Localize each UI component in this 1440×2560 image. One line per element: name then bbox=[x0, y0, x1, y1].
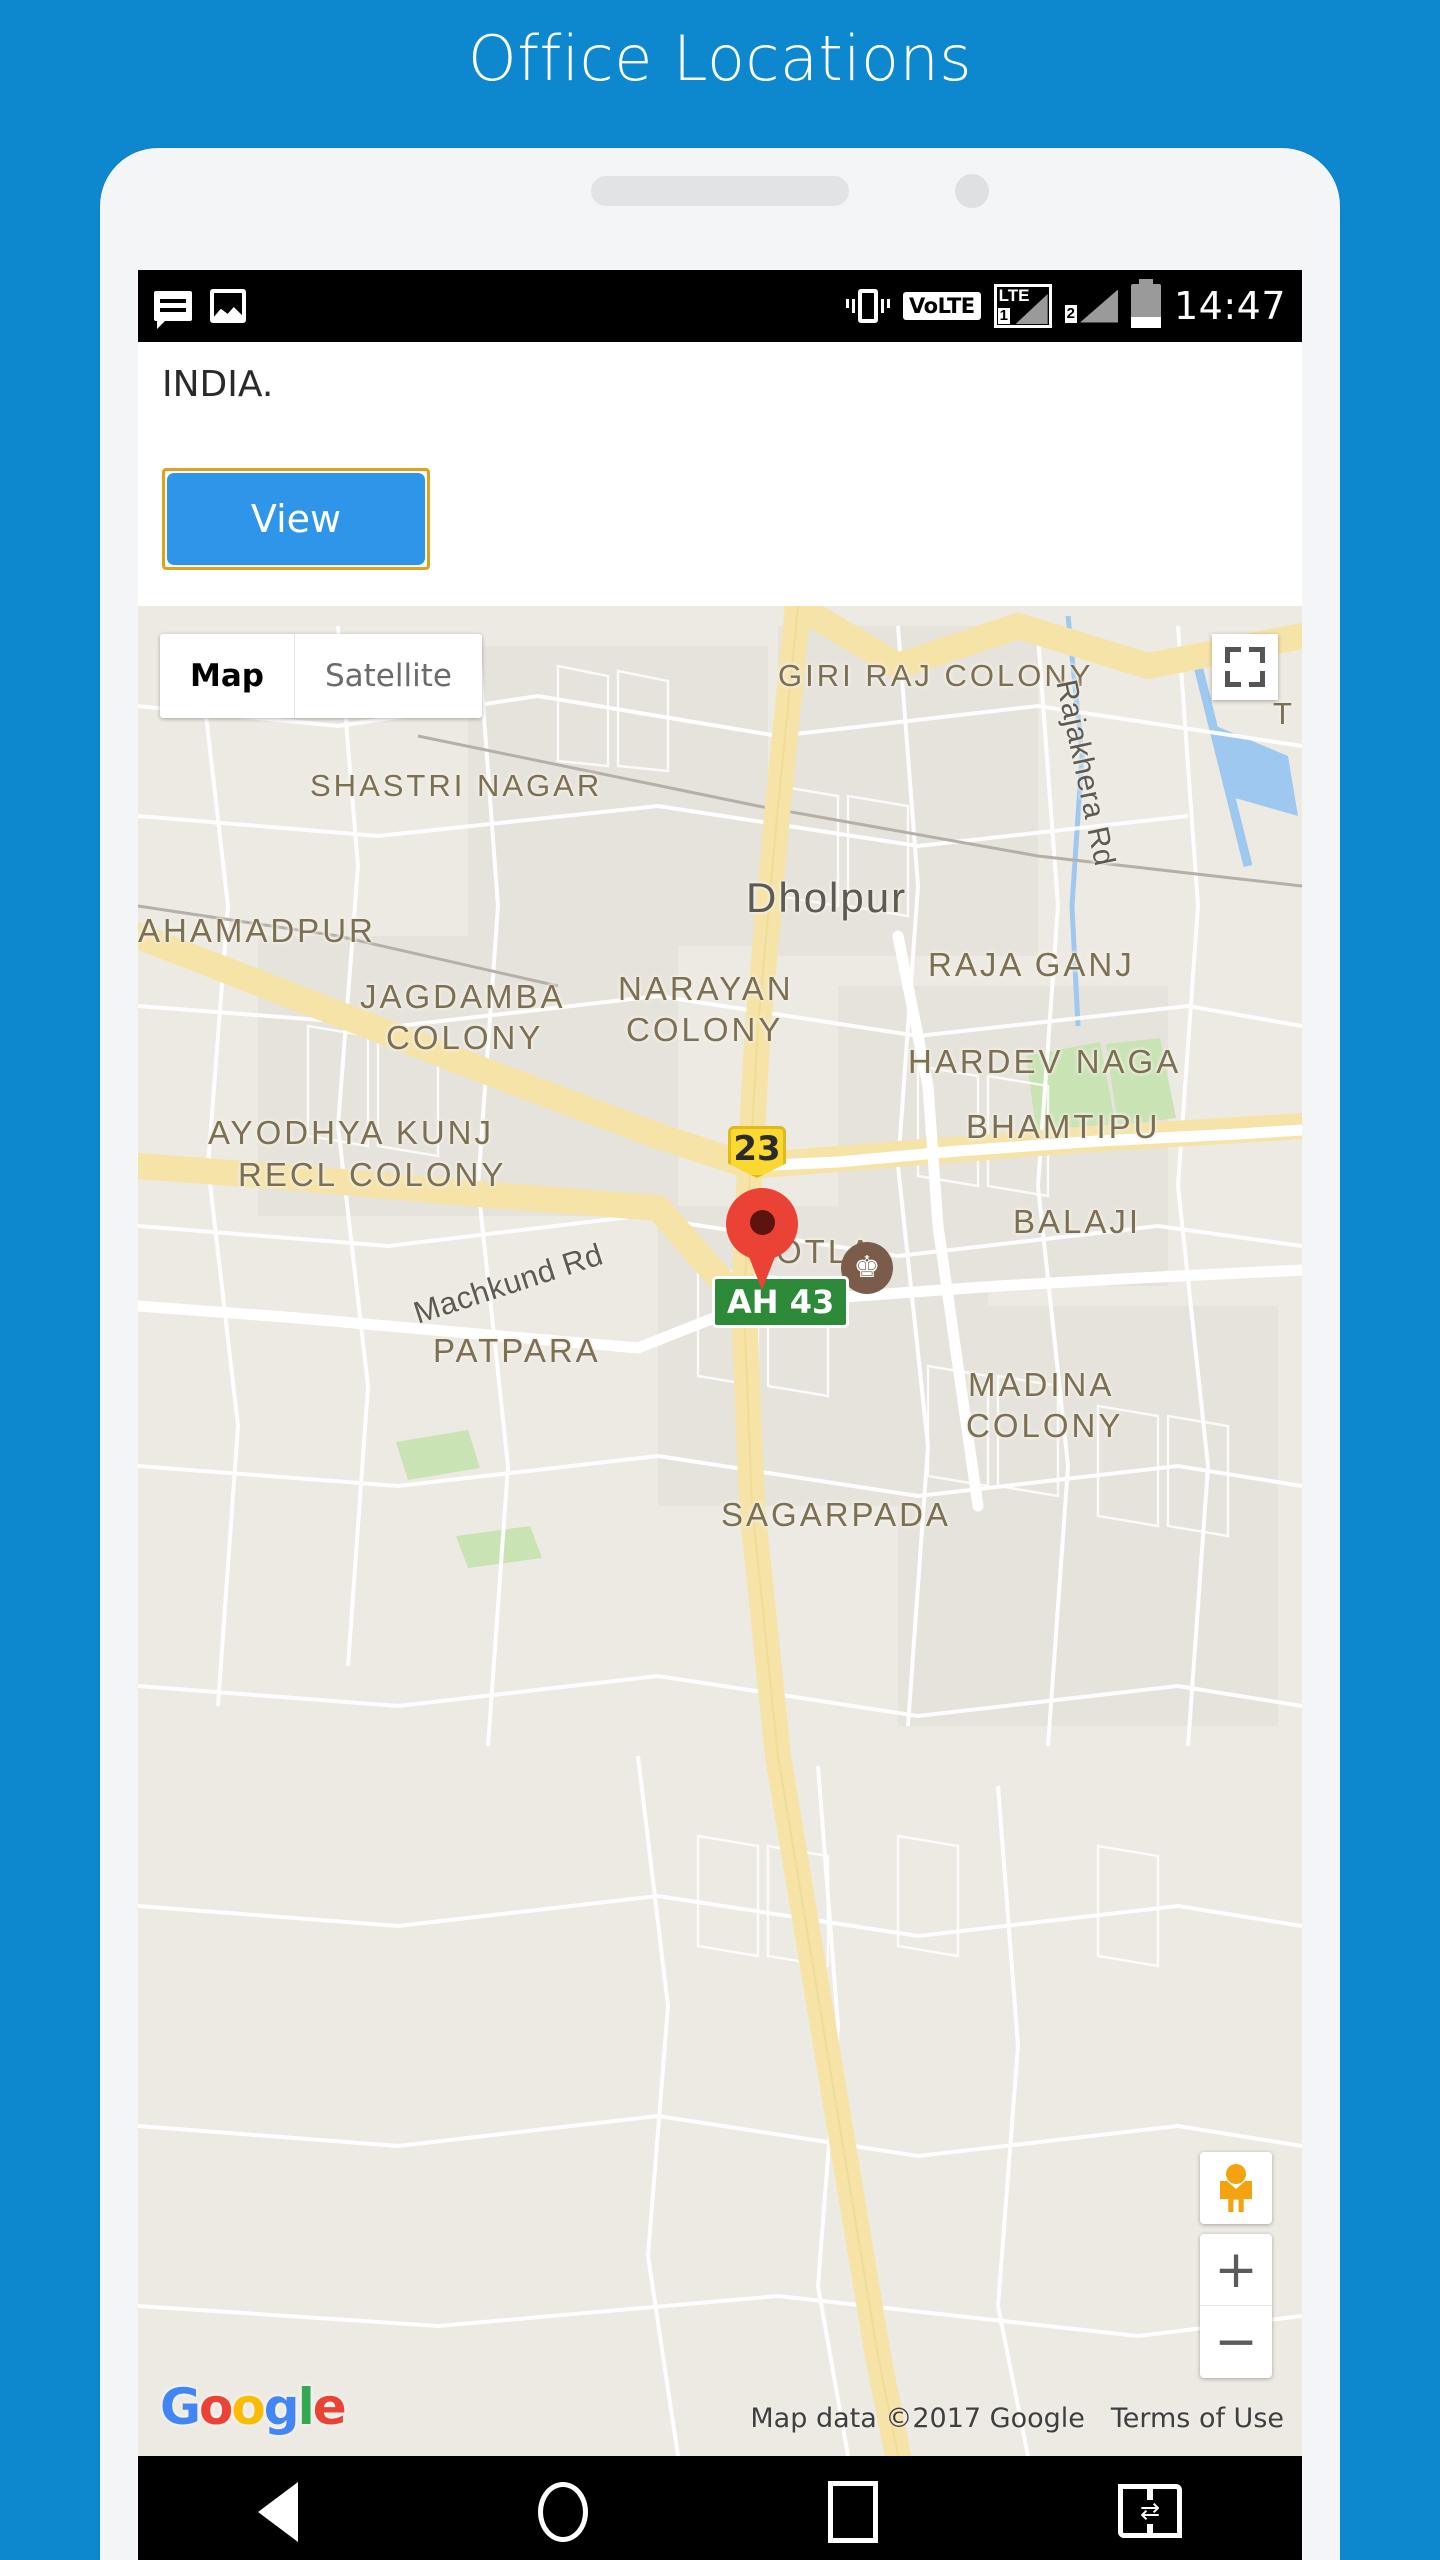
map-label: AHAMADPUR bbox=[138, 912, 376, 949]
status-bar-left bbox=[154, 289, 246, 329]
map-label: SHASTRI NAGAR bbox=[310, 768, 603, 803]
fullscreen-icon[interactable] bbox=[1212, 634, 1278, 700]
zoom-controls[interactable]: + − bbox=[1200, 2234, 1272, 2378]
map-label: NARAYAN bbox=[618, 970, 794, 1007]
front-camera bbox=[955, 174, 989, 208]
lte-label: LTE bbox=[998, 286, 1030, 305]
street-view-pegman-button[interactable] bbox=[1200, 2152, 1272, 2224]
zoom-out-button[interactable]: − bbox=[1200, 2306, 1272, 2378]
volte-badge: VoLTE bbox=[903, 292, 981, 320]
sim1-label: 1 bbox=[997, 306, 1010, 324]
android-navigation-bar: ⇄ bbox=[138, 2456, 1302, 2560]
map-label: BHAMTIPU bbox=[966, 1108, 1161, 1145]
lte-signal-sim1-icon: LTE 1 bbox=[993, 284, 1052, 328]
message-icon bbox=[154, 291, 192, 329]
map-label: COLONY bbox=[966, 1407, 1124, 1444]
map-attribution: Map data ©2017 Google Terms of Use bbox=[750, 2403, 1284, 2434]
view-button[interactable]: View bbox=[167, 473, 425, 565]
street-view-pegman-icon bbox=[1218, 2164, 1254, 2212]
map-type-toggle[interactable]: Map Satellite bbox=[160, 634, 482, 718]
sim2-label: 2 bbox=[1064, 304, 1077, 323]
map-label: Dholpur bbox=[746, 874, 908, 921]
terms-of-use-link[interactable]: Terms of Use bbox=[1111, 2403, 1284, 2434]
google-map[interactable]: GIRI RAJ COLONY T SHASTRI NAGAR Dholpur Raja… bbox=[138, 606, 1302, 2456]
map-label: JAGDAMBA bbox=[360, 978, 566, 1015]
map-type-satellite-button[interactable]: Satellite bbox=[293, 634, 482, 718]
address-text: INDIA. bbox=[162, 364, 274, 405]
recents-square-icon[interactable] bbox=[828, 2481, 878, 2543]
map-pin[interactable] bbox=[726, 1188, 798, 1290]
map-label: T bbox=[1273, 696, 1295, 731]
status-bar: VoLTE LTE 1 2 14:47 bbox=[138, 270, 1302, 342]
status-bar-clock: 14:47 bbox=[1173, 284, 1286, 328]
vibrate-icon bbox=[846, 289, 891, 323]
view-button-focus-ring: View bbox=[162, 468, 430, 570]
map-data-attribution: Map data ©2017 Google bbox=[750, 2403, 1085, 2434]
back-triangle-icon[interactable] bbox=[258, 2482, 298, 2542]
map-label: MADINA bbox=[968, 1366, 1115, 1403]
address-panel: INDIA. View bbox=[138, 342, 1302, 606]
status-bar-right: VoLTE LTE 1 2 14:47 bbox=[846, 279, 1286, 328]
map-label: HARDEV NAGA bbox=[908, 1043, 1182, 1080]
home-circle-icon[interactable] bbox=[538, 2482, 588, 2542]
battery-icon bbox=[1130, 279, 1161, 328]
phone-top-bezel bbox=[100, 148, 1340, 270]
map-label: BALAJI bbox=[1013, 1203, 1142, 1240]
map-label: RAJA GANJ bbox=[928, 946, 1135, 983]
page-title: Office Locations bbox=[467, 22, 973, 95]
map-label: SAGARPADA bbox=[721, 1496, 951, 1533]
map-label: COLONY bbox=[386, 1019, 544, 1056]
map-canvas bbox=[138, 606, 1302, 2456]
earpiece-speaker bbox=[591, 176, 849, 206]
map-label: RECL COLONY bbox=[238, 1156, 507, 1193]
map-label: GIRI RAJ COLONY bbox=[778, 658, 1094, 693]
map-label: PATPARA bbox=[433, 1332, 601, 1369]
google-logo: Google bbox=[160, 2378, 347, 2436]
image-icon bbox=[210, 289, 246, 323]
zoom-in-button[interactable]: + bbox=[1200, 2234, 1272, 2306]
map-label: COLONY bbox=[626, 1011, 784, 1048]
split-screen-icon[interactable]: ⇄ bbox=[1118, 2484, 1182, 2540]
map-type-map-button[interactable]: Map bbox=[160, 634, 294, 718]
signal-sim2-icon: 2 bbox=[1064, 289, 1118, 323]
map-label: AYODHYA KUNJ bbox=[208, 1114, 494, 1151]
phone-screen: VoLTE LTE 1 2 14:47 INDIA. View GIRI RAJ… bbox=[138, 270, 1302, 2560]
phone-device: VoLTE LTE 1 2 14:47 INDIA. View GIRI RAJ… bbox=[100, 148, 1340, 2560]
